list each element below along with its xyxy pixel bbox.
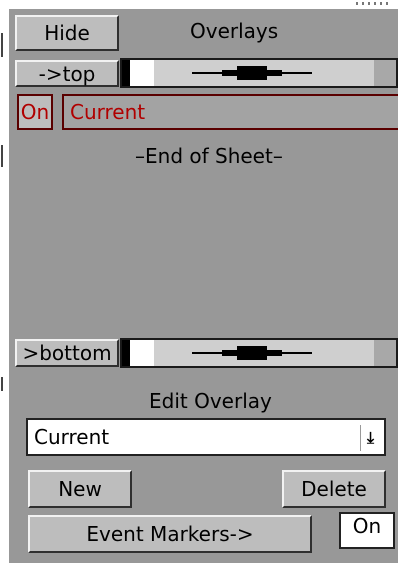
to-bottom-button[interactable]: >bottom	[15, 339, 119, 367]
new-overlay-button[interactable]: New	[28, 470, 132, 508]
to-top-label: ->top	[38, 61, 96, 86]
delete-button-label: Delete	[301, 477, 367, 501]
top-scroll-slider[interactable]	[120, 58, 398, 88]
overlays-panel: Hide Overlays ->top On Current –End of S…	[9, 9, 398, 563]
edge-marker	[1, 377, 3, 391]
left-edge	[0, 9, 9, 563]
top-edge	[0, 0, 398, 9]
edit-overlay-title: Edit Overlay	[149, 389, 272, 413]
overlay-name-label: Current	[70, 100, 146, 124]
slider-track-end	[374, 60, 396, 86]
slider-thumb[interactable]	[237, 66, 267, 80]
slider-track-start	[130, 340, 154, 366]
new-button-label: New	[58, 477, 102, 501]
event-markers-button[interactable]: Event Markers->	[28, 515, 312, 553]
hide-button-label: Hide	[44, 21, 90, 45]
event-markers-state-label: On	[352, 514, 382, 538]
edge-marker	[1, 145, 3, 167]
slider-left-rail	[122, 60, 130, 86]
overlay-select[interactable]: Current ⤓	[26, 418, 386, 456]
to-top-button[interactable]: ->top	[15, 60, 119, 87]
overlay-select-value: Current	[34, 425, 110, 449]
down-arrow-underline-icon[interactable]: ⤓	[360, 425, 380, 451]
event-markers-state[interactable]: On	[339, 512, 395, 549]
bottom-scroll-slider[interactable]	[120, 338, 398, 368]
to-bottom-label: >bottom	[22, 341, 112, 365]
slider-track-end	[374, 340, 396, 366]
slider-track-start	[130, 60, 154, 86]
slider-thumb[interactable]	[237, 346, 267, 360]
edge-marker	[1, 33, 3, 57]
event-markers-label: Event Markers->	[86, 522, 254, 546]
overlay-name-item[interactable]: Current	[62, 94, 398, 130]
panel-title: Overlays	[190, 19, 279, 43]
hide-button[interactable]: Hide	[15, 15, 119, 51]
window-edge-ticks	[356, 2, 392, 5]
overlay-visibility-label: On	[20, 100, 50, 124]
slider-left-rail	[122, 340, 130, 366]
delete-overlay-button[interactable]: Delete	[282, 470, 386, 508]
end-of-sheet-label: –End of Sheet–	[135, 144, 283, 168]
overlay-visibility-toggle[interactable]: On	[17, 94, 53, 130]
